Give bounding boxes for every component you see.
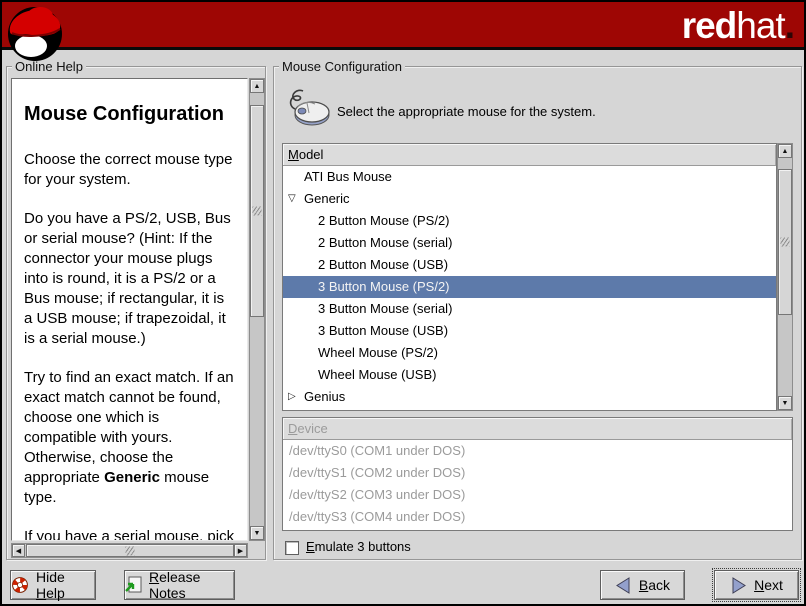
help-paragraph: Try to find an exact match. If an exact … xyxy=(24,368,235,508)
scroll-left-icon[interactable]: ◀ xyxy=(12,544,25,557)
back-arrow-icon xyxy=(615,577,632,594)
help-vertical-scrollbar[interactable]: ▲ ▼ xyxy=(249,78,265,541)
emulate-label-text: mulate 3 buttons xyxy=(315,539,411,554)
brand-light: hat xyxy=(736,5,784,46)
model-row[interactable]: 3 Button Mouse (serial) xyxy=(283,298,776,320)
scroll-up-icon[interactable]: ▲ xyxy=(778,144,792,158)
device-header-mnemonic: D xyxy=(288,421,297,436)
model-row[interactable]: 2 Button Mouse (serial) xyxy=(283,232,776,254)
release-notes-label: Release Notes xyxy=(149,569,234,601)
back-button[interactable]: Back xyxy=(600,570,685,600)
scroll-down-icon[interactable]: ▼ xyxy=(778,396,792,410)
help-paragraph: Choose the correct mouse type for your s… xyxy=(24,150,235,190)
model-row-label: Wheel Mouse (PS/2) xyxy=(318,345,438,360)
help-paragraph: Do you have a PS/2, USB, Bus or serial m… xyxy=(24,209,235,349)
next-button[interactable]: Next xyxy=(714,570,799,600)
emulate-label-mnemonic: E xyxy=(306,539,315,554)
brand-dot: . xyxy=(785,5,794,46)
scroll-down-icon[interactable]: ▼ xyxy=(250,526,264,540)
next-arrow-icon xyxy=(730,577,747,594)
device-column-header: Device xyxy=(283,418,792,440)
help-vscroll-thumb[interactable] xyxy=(250,105,264,317)
model-row-label: 3 Button Mouse (PS/2) xyxy=(318,279,450,294)
model-row[interactable]: 3 Button Mouse (USB) xyxy=(283,320,776,342)
model-list: Model ATI Bus Mouse ▽ Generic 2 Button Mo… xyxy=(282,143,777,411)
emulate-3-buttons-label[interactable]: Emulate 3 buttons xyxy=(306,539,411,554)
model-row-label: 3 Button Mouse (serial) xyxy=(318,301,452,316)
back-label-rest: ack xyxy=(648,577,670,593)
expander-open-icon[interactable]: ▽ xyxy=(288,188,296,210)
model-row-label: Generic xyxy=(304,191,350,206)
mouse-configuration-frame-label: Mouse Configuration xyxy=(279,59,405,74)
instruction-text: Select the appropriate mouse for the sys… xyxy=(337,104,596,119)
model-row[interactable]: 2 Button Mouse (PS/2) xyxy=(283,210,776,232)
online-help-frame: Online Help Mouse Configuration Choose t… xyxy=(6,66,266,560)
help-horizontal-scrollbar[interactable]: ◀ ▶ xyxy=(11,543,248,558)
back-label-mnemonic: B xyxy=(639,577,648,593)
model-row-label: Wheel Mouse (USB) xyxy=(318,367,436,382)
hide-help-label-post: elp xyxy=(46,585,65,601)
next-label: Next xyxy=(754,577,783,593)
help-title: Mouse Configuration xyxy=(24,103,235,126)
redhat-wordmark: redhat. xyxy=(682,4,794,48)
expander-closed-icon[interactable]: ▷ xyxy=(288,386,296,408)
device-header-text: evice xyxy=(297,421,327,436)
mouse-configuration-frame: Mouse Configuration Select the appropria… xyxy=(273,66,802,560)
help-paragraph-clipped: If you have a serial mouse, pick xyxy=(24,527,235,541)
release-notes-label-mnemonic: R xyxy=(149,569,159,585)
device-row: /dev/ttyS1 (COM2 under DOS) xyxy=(283,462,792,484)
emulate-3-buttons-checkbox[interactable] xyxy=(285,541,299,555)
release-notes-icon xyxy=(125,576,142,594)
model-row[interactable]: ▷ Genius xyxy=(283,386,776,408)
model-row[interactable]: ATI Bus Mouse xyxy=(283,166,776,188)
scroll-up-icon[interactable]: ▲ xyxy=(250,79,264,93)
mouse-icon xyxy=(285,87,333,129)
release-notes-button[interactable]: Release Notes xyxy=(124,570,235,600)
model-column-header[interactable]: Model xyxy=(283,144,776,166)
next-label-rest: ext xyxy=(764,577,783,593)
help-paragraph-bold: Generic xyxy=(104,469,160,486)
model-row[interactable]: Wheel Mouse (USB) xyxy=(283,364,776,386)
device-row: /dev/ttyS0 (COM1 under DOS) xyxy=(283,440,792,462)
model-header-text: odel xyxy=(299,147,324,162)
model-row-label: 2 Button Mouse (serial) xyxy=(318,235,452,250)
model-row-label: ATI Bus Mouse xyxy=(304,169,392,184)
model-row-label: 3 Button Mouse (USB) xyxy=(318,323,448,338)
model-row-label: Genius xyxy=(304,389,345,404)
hide-help-label-pre: Hide xyxy=(36,569,65,585)
next-label-mnemonic: N xyxy=(754,577,764,593)
brand-bold: red xyxy=(682,5,737,46)
device-row: /dev/ttyS2 (COM3 under DOS) xyxy=(283,484,792,506)
hide-help-label-mnemonic: H xyxy=(36,585,46,601)
redhat-shadowman-logo xyxy=(6,4,66,64)
model-vscroll-thumb[interactable] xyxy=(778,169,792,315)
help-text-panel: Mouse Configuration Choose the correct m… xyxy=(11,78,248,541)
scroll-right-icon[interactable]: ▶ xyxy=(234,544,247,557)
model-vertical-scrollbar[interactable]: ▲ ▼ xyxy=(777,143,793,411)
hide-help-label: Hide Help xyxy=(36,569,95,601)
back-label: Back xyxy=(639,577,670,593)
model-header-mnemonic: M xyxy=(288,147,299,162)
device-row: /dev/ttyS3 (COM4 under DOS) xyxy=(283,506,792,528)
model-row-selected[interactable]: 3 Button Mouse (PS/2) xyxy=(283,276,776,298)
model-row-label: 2 Button Mouse (PS/2) xyxy=(318,213,450,228)
device-list: Device /dev/ttyS0 (COM1 under DOS) /dev/… xyxy=(282,417,793,531)
installer-window: redhat. Online Help Mouse Configuration … xyxy=(0,0,806,606)
model-row[interactable]: Wheel Mouse (PS/2) xyxy=(283,342,776,364)
model-row[interactable]: ▽ Generic xyxy=(283,188,776,210)
life-preserver-icon xyxy=(11,576,29,594)
model-row[interactable]: 2 Button Mouse (USB) xyxy=(283,254,776,276)
model-row-label: 2 Button Mouse (USB) xyxy=(318,257,448,272)
help-hscroll-thumb[interactable] xyxy=(26,544,234,557)
hide-help-button[interactable]: Hide Help xyxy=(10,570,96,600)
